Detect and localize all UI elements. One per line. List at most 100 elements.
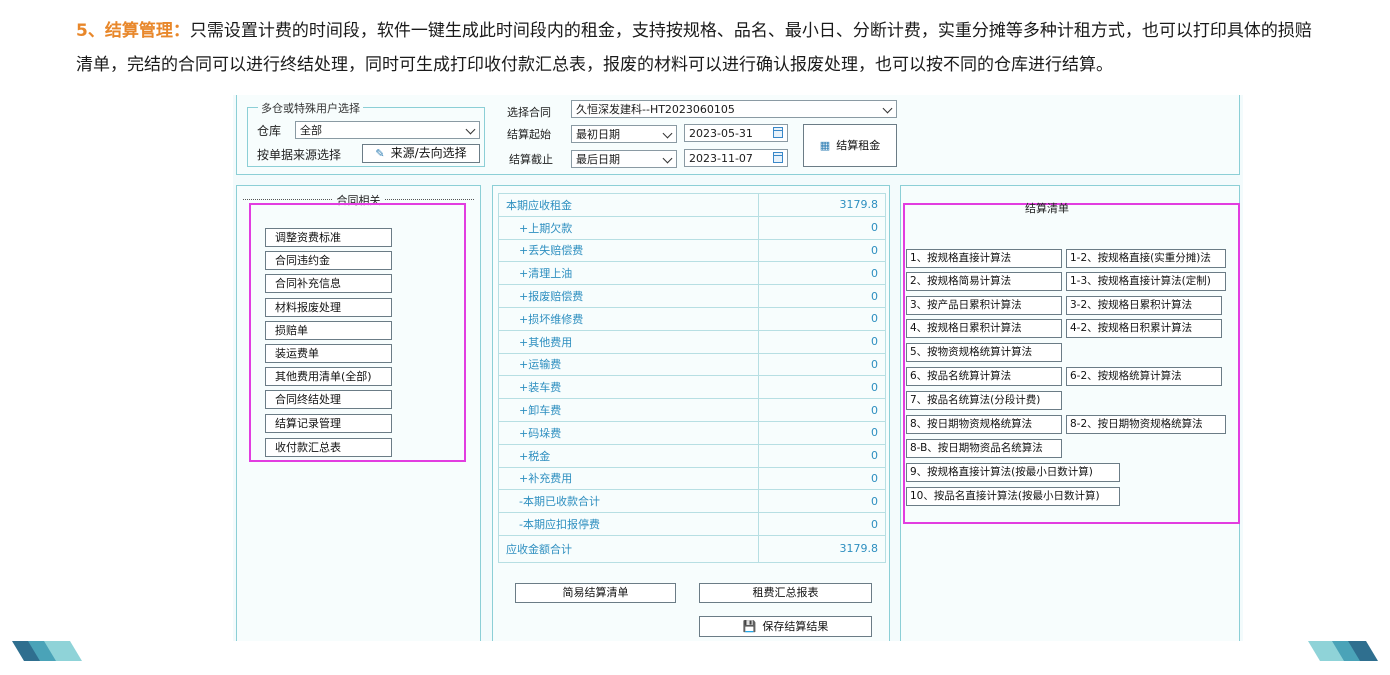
- start-mode-select[interactable]: 最初日期: [571, 125, 677, 143]
- method-8-button[interactable]: 8、按日期物资规格统算法: [906, 415, 1062, 434]
- method-8b-button[interactable]: 8-B、按日期物资品名统算法: [906, 439, 1062, 458]
- rent-item-value: 0: [757, 306, 887, 331]
- other-fees-button[interactable]: 其他费用清单(全部): [265, 367, 392, 386]
- table-row: +补充费用 0: [498, 466, 887, 491]
- grid-icon: ▦: [819, 139, 831, 152]
- end-label: 结算截止: [509, 153, 553, 166]
- start-date-input[interactable]: 2023-05-31: [684, 124, 788, 142]
- calc-rent-label: 结算租金: [836, 139, 881, 152]
- start-label: 结算起始: [507, 128, 551, 141]
- rent-summary-panel: 本期应收租金 3179.8 +上期欠款 0 +丢失赔偿费 0 +清理上油 0 +报废赔偿费 0…: [492, 185, 890, 641]
- table-row: +清理上油 0: [498, 261, 887, 286]
- settlement-records-button[interactable]: 结算记录管理: [265, 414, 392, 433]
- save-settlement-button[interactable]: 💾 保存结算结果: [699, 616, 872, 637]
- chevron-down-icon: [465, 124, 476, 135]
- calc-rent-button[interactable]: ▦ 结算租金: [803, 124, 897, 167]
- rent-item-value: 0: [757, 398, 887, 422]
- save-icon: 💾: [742, 620, 757, 633]
- warehouse-select[interactable]: 全部: [295, 121, 480, 139]
- method-4-button[interactable]: 4、按规格日累积计算法: [906, 319, 1062, 338]
- contract-supplement-button[interactable]: 合同补充信息: [265, 274, 392, 293]
- rent-item-name: -本期应扣报停费: [498, 512, 759, 536]
- rent-item-value: 0: [757, 489, 887, 514]
- end-mode-value: 最后日期: [576, 153, 620, 166]
- intro-paragraph: 5、结算管理：只需设置计费的时间段，软件一键生成此时间段内的租金，支持按规格、品…: [76, 14, 1326, 82]
- end-mode-select[interactable]: 最后日期: [571, 150, 677, 168]
- intro-highlight: 5、结算管理：: [76, 21, 190, 41]
- method-7-button[interactable]: 7、按品名统算法(分段计费): [906, 391, 1062, 410]
- material-scrap-button[interactable]: 材料报废处理: [265, 298, 392, 317]
- method-3-button[interactable]: 3、按产品日累积计算法: [906, 296, 1062, 315]
- shipping-fee-button[interactable]: 装运费单: [265, 344, 392, 363]
- contract-label: 选择合同: [507, 106, 551, 119]
- method-1-2-button[interactable]: 1-2、按规格直接(实重分摊)法: [1066, 249, 1226, 268]
- method-1-button[interactable]: 1、按规格直接计算法: [906, 249, 1062, 268]
- settlement-list-panel: 结算清单 1、按规格直接计算法 1-2、按规格直接(实重分摊)法 2、按规格简易…: [900, 185, 1240, 641]
- rent-header-name: 本期应收租金: [498, 193, 759, 217]
- contract-select[interactable]: 久恒深发建科--HT2023060105: [571, 100, 897, 118]
- chevron-down-icon: [882, 103, 893, 114]
- warehouse-value: 全部: [300, 124, 322, 137]
- edit-icon: ✎: [375, 147, 385, 160]
- rent-item-name: +损坏维修费: [498, 306, 759, 331]
- calendar-icon[interactable]: [773, 152, 783, 163]
- source-select-button[interactable]: ✎ 来源/去向选择: [362, 144, 480, 163]
- adjust-rates-button[interactable]: 调整资费标准: [265, 228, 392, 247]
- contract-value: 久恒深发建科--HT2023060105: [576, 103, 735, 116]
- table-row-total: 应收金额合计 3179.8: [498, 534, 887, 563]
- rent-item-name: +报废赔偿费: [498, 284, 759, 308]
- rent-item-name: +丢失赔偿费: [498, 238, 759, 263]
- method-5-button[interactable]: 5、按物资规格统算计算法: [906, 343, 1062, 362]
- method-10-button[interactable]: 10、按品名直接计算法(按最小日数计算): [906, 487, 1120, 506]
- calendar-icon[interactable]: [773, 127, 783, 138]
- settlement-window: 多仓或特殊用户选择 仓库 全部 按单据来源选择 ✎ 来源/去向选择 选择合同 久恒…: [233, 95, 1243, 641]
- start-date-value: 2023-05-31: [689, 127, 753, 140]
- corner-decoration-right: [1308, 641, 1378, 661]
- method-8-2-button[interactable]: 8-2、按日期物资规格统算法: [1066, 415, 1226, 434]
- fee-summary-report-button[interactable]: 租费汇总报表: [699, 583, 872, 603]
- intro-text: 只需设置计费的时间段，软件一键生成此时间段内的租金，支持按规格、品名、最小日、分…: [76, 21, 1312, 75]
- rent-item-name: +税金: [498, 443, 759, 468]
- rent-total-name: 应收金额合计: [498, 534, 759, 563]
- end-date-input[interactable]: 2023-11-07: [684, 149, 788, 167]
- rent-total-value: 3179.8: [757, 534, 887, 563]
- rent-table: 本期应收租金 3179.8 +上期欠款 0 +丢失赔偿费 0 +清理上油 0 +报废赔偿费 0…: [498, 193, 887, 563]
- corner-decoration-left: [12, 641, 82, 661]
- payment-summary-button[interactable]: 收付款汇总表: [265, 438, 392, 457]
- end-date-value: 2023-11-07: [689, 152, 753, 165]
- method-3-2-button[interactable]: 3-2、按规格日累积计算法: [1066, 296, 1222, 315]
- rent-item-name: +卸车费: [498, 398, 759, 422]
- method-6-2-button[interactable]: 6-2、按规格统算计算法: [1066, 367, 1222, 386]
- method-2-button[interactable]: 2、按规格简易计算法: [906, 272, 1062, 291]
- rent-item-value: 0: [757, 261, 887, 286]
- source-button-label: 来源/去向选择: [390, 146, 467, 160]
- settlement-options-bar: 多仓或特殊用户选择 仓库 全部 按单据来源选择 ✎ 来源/去向选择 选择合同 久恒…: [236, 95, 1240, 175]
- table-row: +装车费 0: [498, 375, 887, 400]
- rent-item-value: 0: [757, 352, 887, 377]
- table-row: +卸车费 0: [498, 398, 887, 422]
- method-1-3-button[interactable]: 1-3、按规格直接计算法(定制): [1066, 272, 1226, 291]
- settlement-list-title: 结算清单: [1025, 202, 1069, 215]
- method-4-2-button[interactable]: 4-2、按规格日积累计算法: [1066, 319, 1222, 338]
- contract-termination-button[interactable]: 合同终结处理: [265, 390, 392, 409]
- rent-item-name: +清理上油: [498, 261, 759, 286]
- source-label: 按单据来源选择: [257, 148, 342, 162]
- rent-item-name: +装车费: [498, 375, 759, 400]
- contract-related-panel: 合同相关 调整资费标准 合同违约金 合同补充信息 材料报废处理 损赔单 装运费单…: [236, 185, 481, 641]
- table-row: +其他费用 0: [498, 329, 887, 354]
- table-row: +码垛费 0: [498, 420, 887, 445]
- contract-penalty-button[interactable]: 合同违约金: [265, 251, 392, 270]
- damage-claim-button[interactable]: 损赔单: [265, 321, 392, 340]
- rent-header-value: 3179.8: [757, 193, 887, 217]
- rent-item-name: +上期欠款: [498, 215, 759, 240]
- method-9-button[interactable]: 9、按规格直接计算法(按最小日数计算): [906, 463, 1120, 482]
- rent-item-value: 0: [757, 466, 887, 491]
- table-row: +报废赔偿费 0: [498, 284, 887, 308]
- table-row: +丢失赔偿费 0: [498, 238, 887, 263]
- simple-statement-button[interactable]: 简易结算清单: [515, 583, 676, 603]
- table-row: +运输费 0: [498, 352, 887, 377]
- table-row: -本期应扣报停费 0: [498, 512, 887, 536]
- rent-item-value: 0: [757, 443, 887, 468]
- method-6-button[interactable]: 6、按品名统算计算法: [906, 367, 1062, 386]
- rent-item-name: +补充费用: [498, 466, 759, 491]
